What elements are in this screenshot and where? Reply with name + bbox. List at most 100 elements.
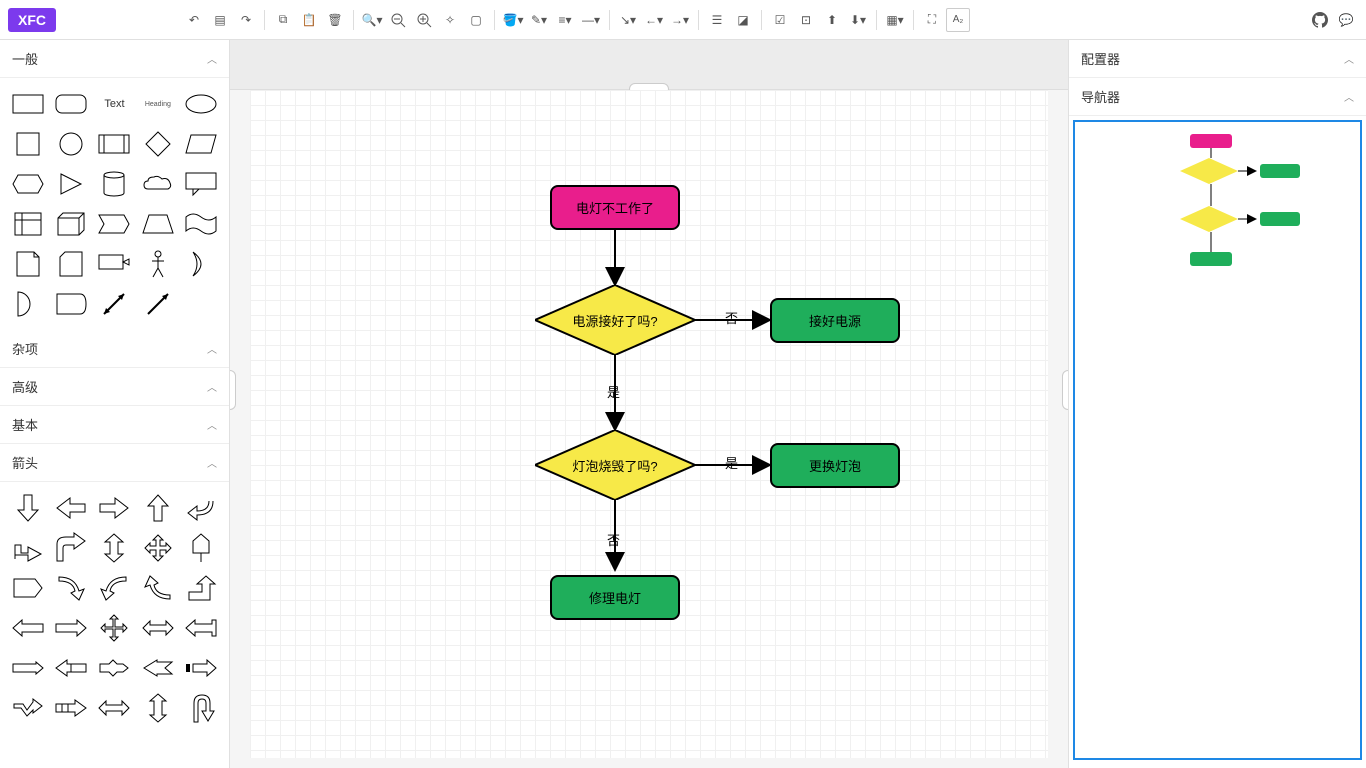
send-back-icon[interactable]: ⬇▾	[846, 8, 870, 32]
shape-heading[interactable]: Heading	[138, 86, 177, 122]
flowchart-action3[interactable]: 修理电灯	[550, 575, 680, 620]
shape-step[interactable]	[95, 206, 134, 242]
delete-icon[interactable]: 🗑	[323, 8, 347, 32]
shape-display[interactable]	[51, 286, 90, 322]
arrow-zigzag[interactable]	[8, 690, 47, 726]
shape-text[interactable]: Text	[95, 86, 134, 122]
zoom-out-icon[interactable]	[386, 8, 410, 32]
grid-icon[interactable]: ▦▾	[883, 8, 907, 32]
fit-icon[interactable]: ✧	[438, 8, 462, 32]
zoom-search-icon[interactable]: 🔍▾	[360, 8, 384, 32]
arrow-left-double[interactable]	[51, 650, 90, 686]
arrow-corner-up[interactable]	[182, 570, 221, 606]
shadow-icon[interactable]: ◪	[731, 8, 755, 32]
arrow-quad[interactable]	[138, 530, 177, 566]
fill-icon[interactable]: 🪣▾	[501, 8, 525, 32]
arrow-milestone[interactable]	[182, 530, 221, 566]
shape-process[interactable]	[95, 126, 134, 162]
shape-hexagon[interactable]	[8, 166, 47, 202]
redo-icon[interactable]: ↷	[234, 8, 258, 32]
shape-cylinder[interactable]	[95, 166, 134, 202]
arrow-right-stripe[interactable]	[182, 650, 221, 686]
section-general[interactable]: 一般 ︿	[0, 40, 229, 78]
shape-square[interactable]	[8, 126, 47, 162]
shape-rect[interactable]	[8, 86, 47, 122]
arrow-leftright-wide[interactable]	[95, 690, 134, 726]
fullscreen-icon[interactable]: ⛶	[920, 8, 944, 32]
shape-note[interactable]	[8, 246, 47, 282]
flowchart-action1[interactable]: 接好电源	[770, 298, 900, 343]
shape-halfcircle[interactable]	[8, 286, 47, 322]
github-icon[interactable]	[1308, 8, 1332, 32]
section-misc[interactable]: 杂项 ︿	[0, 330, 229, 368]
group-icon[interactable]: ⊡	[794, 8, 818, 32]
section-advanced[interactable]: 高级 ︿	[0, 368, 229, 406]
layers-icon[interactable]: ☰	[705, 8, 729, 32]
arrow-move[interactable]	[95, 610, 134, 646]
arrow-left-bar[interactable]	[182, 610, 221, 646]
section-arrows[interactable]: 箭头 ︿	[0, 444, 229, 482]
stroke-icon[interactable]: ✎▾	[527, 8, 551, 32]
line-icon[interactable]: —▾	[579, 8, 603, 32]
arrow-chevron-left[interactable]	[138, 650, 177, 686]
flowchart-action2[interactable]: 更换灯泡	[770, 443, 900, 488]
copy-icon[interactable]: ⧉	[271, 8, 295, 32]
shape-card[interactable]	[51, 246, 90, 282]
shape-callout[interactable]	[182, 166, 221, 202]
format-icon[interactable]: A₂	[946, 8, 970, 32]
arrow-pentagon[interactable]	[8, 570, 47, 606]
shape-table[interactable]	[8, 206, 47, 242]
arrow-left-long[interactable]	[8, 610, 47, 646]
arrow-uturn-right[interactable]	[182, 690, 221, 726]
page-icon[interactable]: ▤	[208, 8, 232, 32]
arrow-right-hollow[interactable]	[51, 610, 90, 646]
flowchart-start[interactable]: 电灯不工作了	[550, 185, 680, 230]
flowchart-decision2[interactable]: 灯泡烧毁了吗?	[535, 430, 695, 500]
arrow-down[interactable]	[8, 490, 47, 526]
canvas[interactable]: 电灯不工作了 电源接好了吗? 否 是 接好电源 灯泡烧毁了吗? 是 否 更换灯泡…	[250, 90, 1048, 758]
shape-callout2[interactable]	[95, 246, 134, 282]
shape-trapezoid[interactable]	[138, 206, 177, 242]
shape-tape[interactable]	[182, 206, 221, 242]
bring-front-icon[interactable]: ⬆	[820, 8, 844, 32]
shape-cloud[interactable]	[138, 166, 177, 202]
zoom-in-icon[interactable]	[412, 8, 436, 32]
arrow-start-icon[interactable]: ←▾	[642, 8, 666, 32]
shape-circle[interactable]	[51, 126, 90, 162]
flowchart-decision1[interactable]: 电源接好了吗?	[535, 285, 695, 355]
arrow-right-segmented[interactable]	[51, 690, 90, 726]
canvas-right-handle[interactable]	[1062, 370, 1068, 410]
arrow-updown-small[interactable]	[138, 690, 177, 726]
comment-icon[interactable]: 💬	[1334, 8, 1358, 32]
frame-icon[interactable]: ▢	[464, 8, 488, 32]
canvas-area[interactable]: 电灯不工作了 电源接好了吗? 否 是 接好电源 灯泡烧毁了吗? 是 否 更换灯泡…	[230, 40, 1068, 768]
navigator-panel-header[interactable]: 导航器 ︿	[1069, 78, 1366, 116]
arrow-bent[interactable]	[95, 650, 134, 686]
arrow-right-flat[interactable]	[8, 650, 47, 686]
shape-double-arrow[interactable]	[95, 286, 134, 322]
arrow-swoosh-left[interactable]	[138, 570, 177, 606]
shape-crescent[interactable]	[182, 246, 221, 282]
shape-actor[interactable]	[138, 246, 177, 282]
minimap[interactable]	[1073, 120, 1362, 760]
paste-icon[interactable]: 📋	[297, 8, 321, 32]
shape-parallelogram[interactable]	[182, 126, 221, 162]
shape-triangle[interactable]	[51, 166, 90, 202]
shape-diamond[interactable]	[138, 126, 177, 162]
line-style-icon[interactable]: ≡▾	[553, 8, 577, 32]
section-basic[interactable]: 基本 ︿	[0, 406, 229, 444]
arrow-corner-up-right[interactable]	[8, 530, 47, 566]
arrow-swoosh[interactable]	[95, 570, 134, 606]
arrow-up[interactable]	[138, 490, 177, 526]
arrow-right[interactable]	[95, 490, 134, 526]
arrow-left[interactable]	[51, 490, 90, 526]
undo-icon[interactable]: ↶	[182, 8, 206, 32]
config-panel-header[interactable]: 配置器 ︿	[1069, 40, 1366, 78]
shape-arrow[interactable]	[138, 286, 177, 322]
arrow-updown[interactable]	[95, 530, 134, 566]
arrow-leftright-thin[interactable]	[138, 610, 177, 646]
shape-ellipse[interactable]	[182, 86, 221, 122]
canvas-left-handle[interactable]	[230, 370, 236, 410]
connector-icon[interactable]: ↘▾	[616, 8, 640, 32]
shape-cube[interactable]	[51, 206, 90, 242]
